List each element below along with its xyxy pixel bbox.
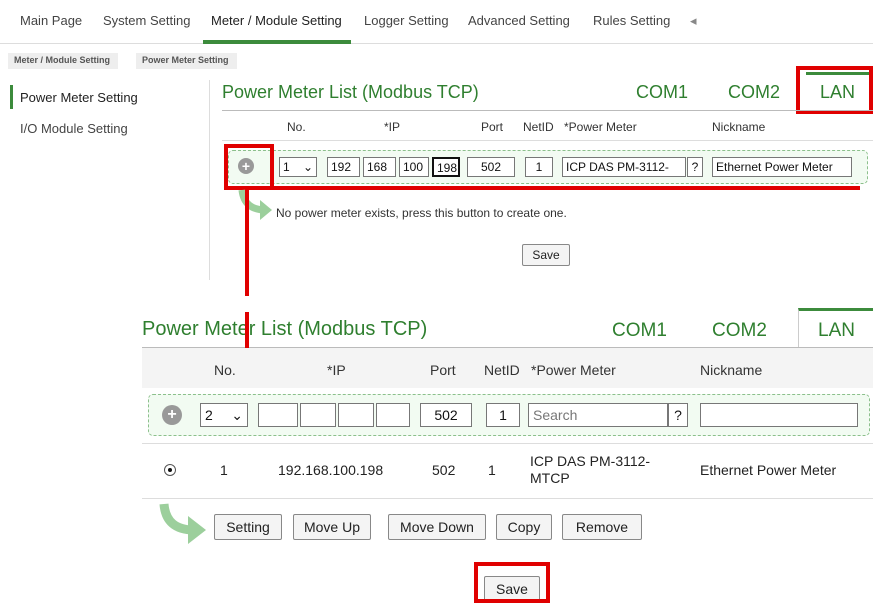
panel1-nickname-input[interactable]: Ethernet Power Meter [712,157,852,177]
panel2-ip-octet-2[interactable] [300,403,336,427]
radio-dot-icon [168,468,172,472]
panel2-tab-lan[interactable]: LAN [818,320,855,342]
row-radio-button[interactable] [164,464,176,476]
panel1-save-button[interactable]: Save [522,244,570,266]
sidebar-item-power-meter-setting[interactable]: Power Meter Setting [20,90,138,105]
panel1-ip-octet-1[interactable]: 192 [327,157,360,177]
panel1-header-netid: NetID [523,120,554,134]
breadcrumb-item-power-meter[interactable]: Power Meter Setting [136,53,237,69]
panel1-port-input[interactable]: 502 [467,157,515,177]
panel1-power-meter-input[interactable]: ICP DAS PM-3112- [562,157,686,177]
remove-button[interactable]: Remove [562,514,642,540]
connector-arrow-line-over-title [245,312,249,348]
panel2-nickname-input[interactable] [700,403,858,427]
panel2-netid-input[interactable]: 1 [486,403,520,427]
panel1-ip-octet-4[interactable]: 198 [432,157,460,177]
panel1-help-button[interactable]: ? [687,157,703,177]
panel1-header-port: Port [481,120,504,134]
row-no: 1 [220,462,228,478]
panel1-header-nickname: Nickname [712,120,766,134]
panel2-help-button[interactable]: ? [668,403,688,427]
move-up-button[interactable]: Move Up [293,514,371,540]
nav-system-setting[interactable]: System Setting [103,13,190,28]
panel1-ip-octet-2[interactable]: 168 [363,157,396,177]
panel2-header-netid: NetID [484,362,520,378]
chevron-down-icon: ⌄ [231,407,243,423]
panel2-row-divider [142,443,873,444]
panel2-port-input[interactable]: 502 [420,403,472,427]
panel1-title: Power Meter List (Modbus TCP) [222,82,479,102]
row-highlight-underline [262,186,860,190]
panel2-ip-octet-4[interactable] [376,403,410,427]
panel1-header-divider [222,140,873,141]
panel2-add-icon[interactable]: + [162,405,182,425]
panel1-header-power-meter: *Power Meter [564,120,637,134]
curved-arrow-icon [238,189,272,220]
row-ip: 192.168.100.198 [278,462,384,478]
row-netid: 1 [488,462,496,478]
chevron-down-icon: ⌄ [302,160,313,174]
panel2-no-select[interactable]: 2 ⌄ [200,403,248,427]
row-nickname: Ethernet Power Meter [700,462,837,478]
panel2-ip-octet-3[interactable] [338,403,374,427]
sidebar-item-io-module-setting[interactable]: I/O Module Setting [20,121,128,136]
panel2-header-power-meter: *Power Meter [531,362,616,378]
nav-scroll-left-icon[interactable]: ◂ [690,13,697,29]
save-highlight-box [474,562,550,603]
nav-meter-module-setting[interactable]: Meter / Module Setting [211,13,342,28]
panel2-tab-com1[interactable]: COM1 [612,320,667,342]
panel1-header-no: No. [287,120,306,134]
sidebar [0,80,210,280]
panel2-power-meter-search[interactable]: Search [528,403,668,427]
panel2-header-no: No. [214,362,236,378]
panel2-header-port: Port [430,362,456,378]
move-down-button[interactable]: Move Down [388,514,486,540]
nav-advanced-setting[interactable]: Advanced Setting [468,13,570,28]
row-power-meter-line2: MTCP [530,470,570,486]
nav-main-page[interactable]: Main Page [20,13,82,28]
panel2-title: Power Meter List (Modbus TCP) [142,318,428,340]
add-button-highlight-box [224,144,274,190]
copy-button[interactable]: Copy [496,514,552,540]
panel1-empty-message: No power meter exists, press this button… [276,206,567,220]
panel2-tab-com2[interactable]: COM2 [712,320,767,342]
lan-highlight-box [796,66,873,114]
curved-arrow-icon [159,503,206,544]
panel1-tab-com1[interactable]: COM1 [636,82,688,103]
panel2-header-nickname: Nickname [700,362,763,378]
nav-active-indicator [203,40,351,44]
nav-rules-setting[interactable]: Rules Setting [593,13,670,28]
nav-logger-setting[interactable]: Logger Setting [364,13,449,28]
panel1-no-select[interactable]: 1 ⌄ [279,157,317,177]
sidebar-active-indicator [10,85,13,109]
panel2-ip-octet-1[interactable] [258,403,298,427]
breadcrumb-item-meter-module[interactable]: Meter / Module Setting [8,53,119,69]
top-nav: Main Page System Setting Meter / Module … [0,0,873,44]
panel2-header-ip: *IP [327,362,346,378]
row-power-meter-line1: ICP DAS PM-3112- [530,453,651,469]
panel1-tab-com2[interactable]: COM2 [728,82,780,103]
panel1-header-ip: *IP [384,120,401,134]
panel1-ip-octet-3[interactable]: 100 [399,157,429,177]
row-port: 502 [432,462,456,478]
panel1-title-divider [222,110,873,111]
panel2-row-bottom-divider [142,498,873,499]
panel1-netid-input[interactable]: 1 [525,157,553,177]
setting-button[interactable]: Setting [214,514,282,540]
